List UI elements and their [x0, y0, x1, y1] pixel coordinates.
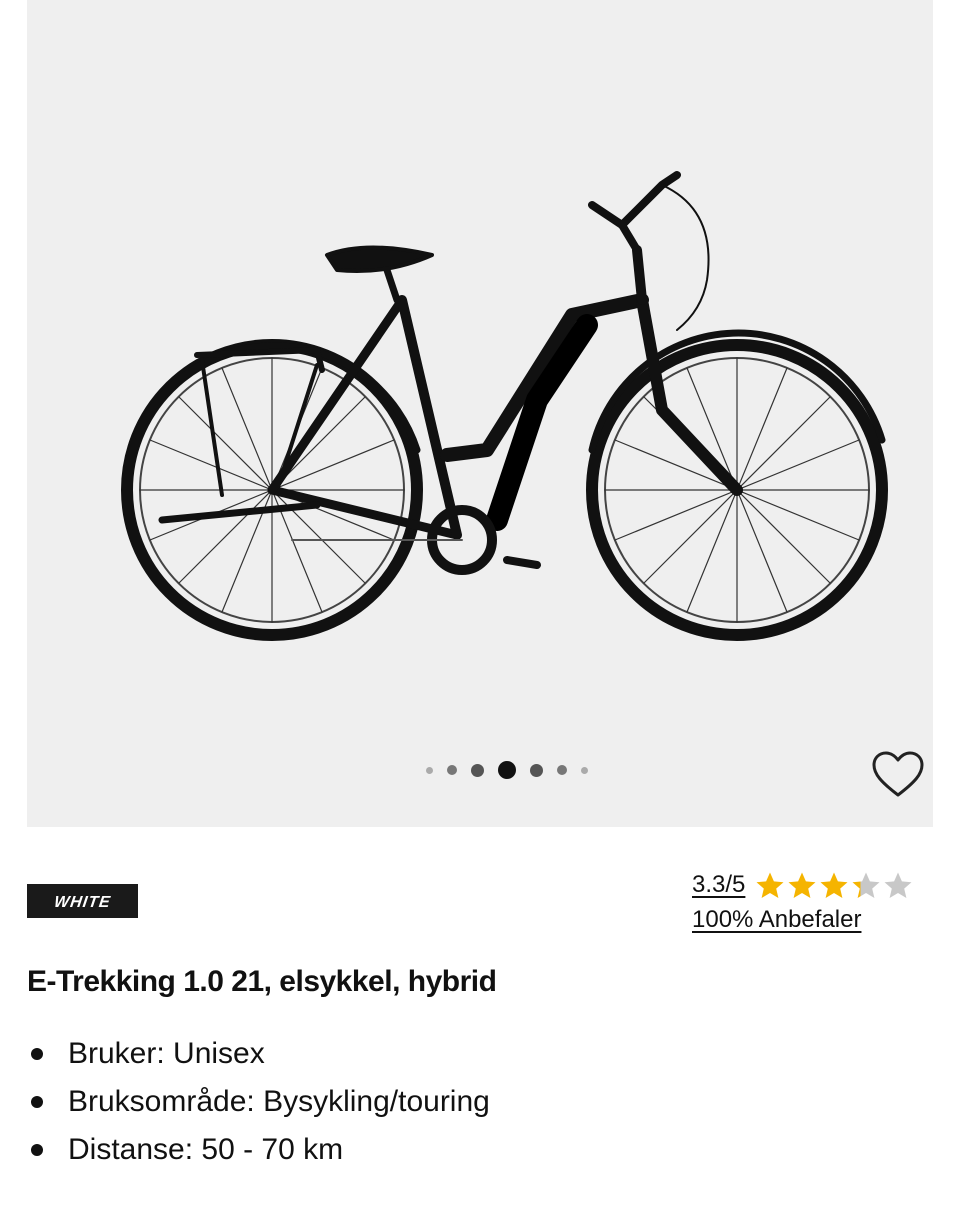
carousel-dot[interactable]: [581, 766, 588, 774]
brand-logo-text: WHITE: [53, 893, 112, 911]
bullet-icon: [31, 1048, 43, 1060]
feature-item: Bruksområde: Bysykling/touring: [27, 1078, 490, 1126]
bullet-icon: [31, 1096, 43, 1108]
rating-summary[interactable]: 3.3/5 100% Anbefaler: [692, 868, 942, 934]
feature-list: Bruker: Unisex Bruksområde: Bysykling/tou…: [27, 1030, 490, 1174]
carousel-dot[interactable]: [471, 763, 484, 777]
rating-score[interactable]: 3.3/5: [692, 871, 745, 899]
carousel-dot[interactable]: [557, 765, 567, 775]
star-icon: [884, 872, 912, 898]
carousel-dot[interactable]: [426, 766, 433, 774]
product-image-gallery[interactable]: [27, 0, 933, 827]
carousel-dot[interactable]: [447, 765, 457, 775]
brand-logo[interactable]: WHITE: [27, 884, 138, 918]
star-icon: [788, 872, 816, 898]
recommend-link[interactable]: 100% Anbefaler: [692, 906, 942, 934]
feature-text: Bruker: Unisex: [68, 1037, 265, 1070]
star-icon: [756, 872, 784, 898]
heart-icon[interactable]: [871, 750, 925, 800]
product-title: E-Trekking 1.0 21, elsykkel, hybrid: [27, 965, 497, 998]
rating-stars: [755, 871, 913, 900]
product-image: [121, 171, 888, 641]
feature-item: Distanse: 50 - 70 km: [27, 1126, 490, 1174]
carousel-dot-active[interactable]: [498, 761, 516, 779]
star-icon: [852, 872, 880, 898]
feature-text: Bruksområde: Bysykling/touring: [68, 1085, 490, 1118]
star-icon: [820, 872, 848, 898]
carousel-dot[interactable]: [530, 763, 543, 777]
feature-text: Distanse: 50 - 70 km: [68, 1133, 344, 1166]
bullet-icon: [31, 1144, 43, 1156]
carousel-pagination: [27, 761, 960, 779]
feature-item: Bruker: Unisex: [27, 1030, 490, 1078]
